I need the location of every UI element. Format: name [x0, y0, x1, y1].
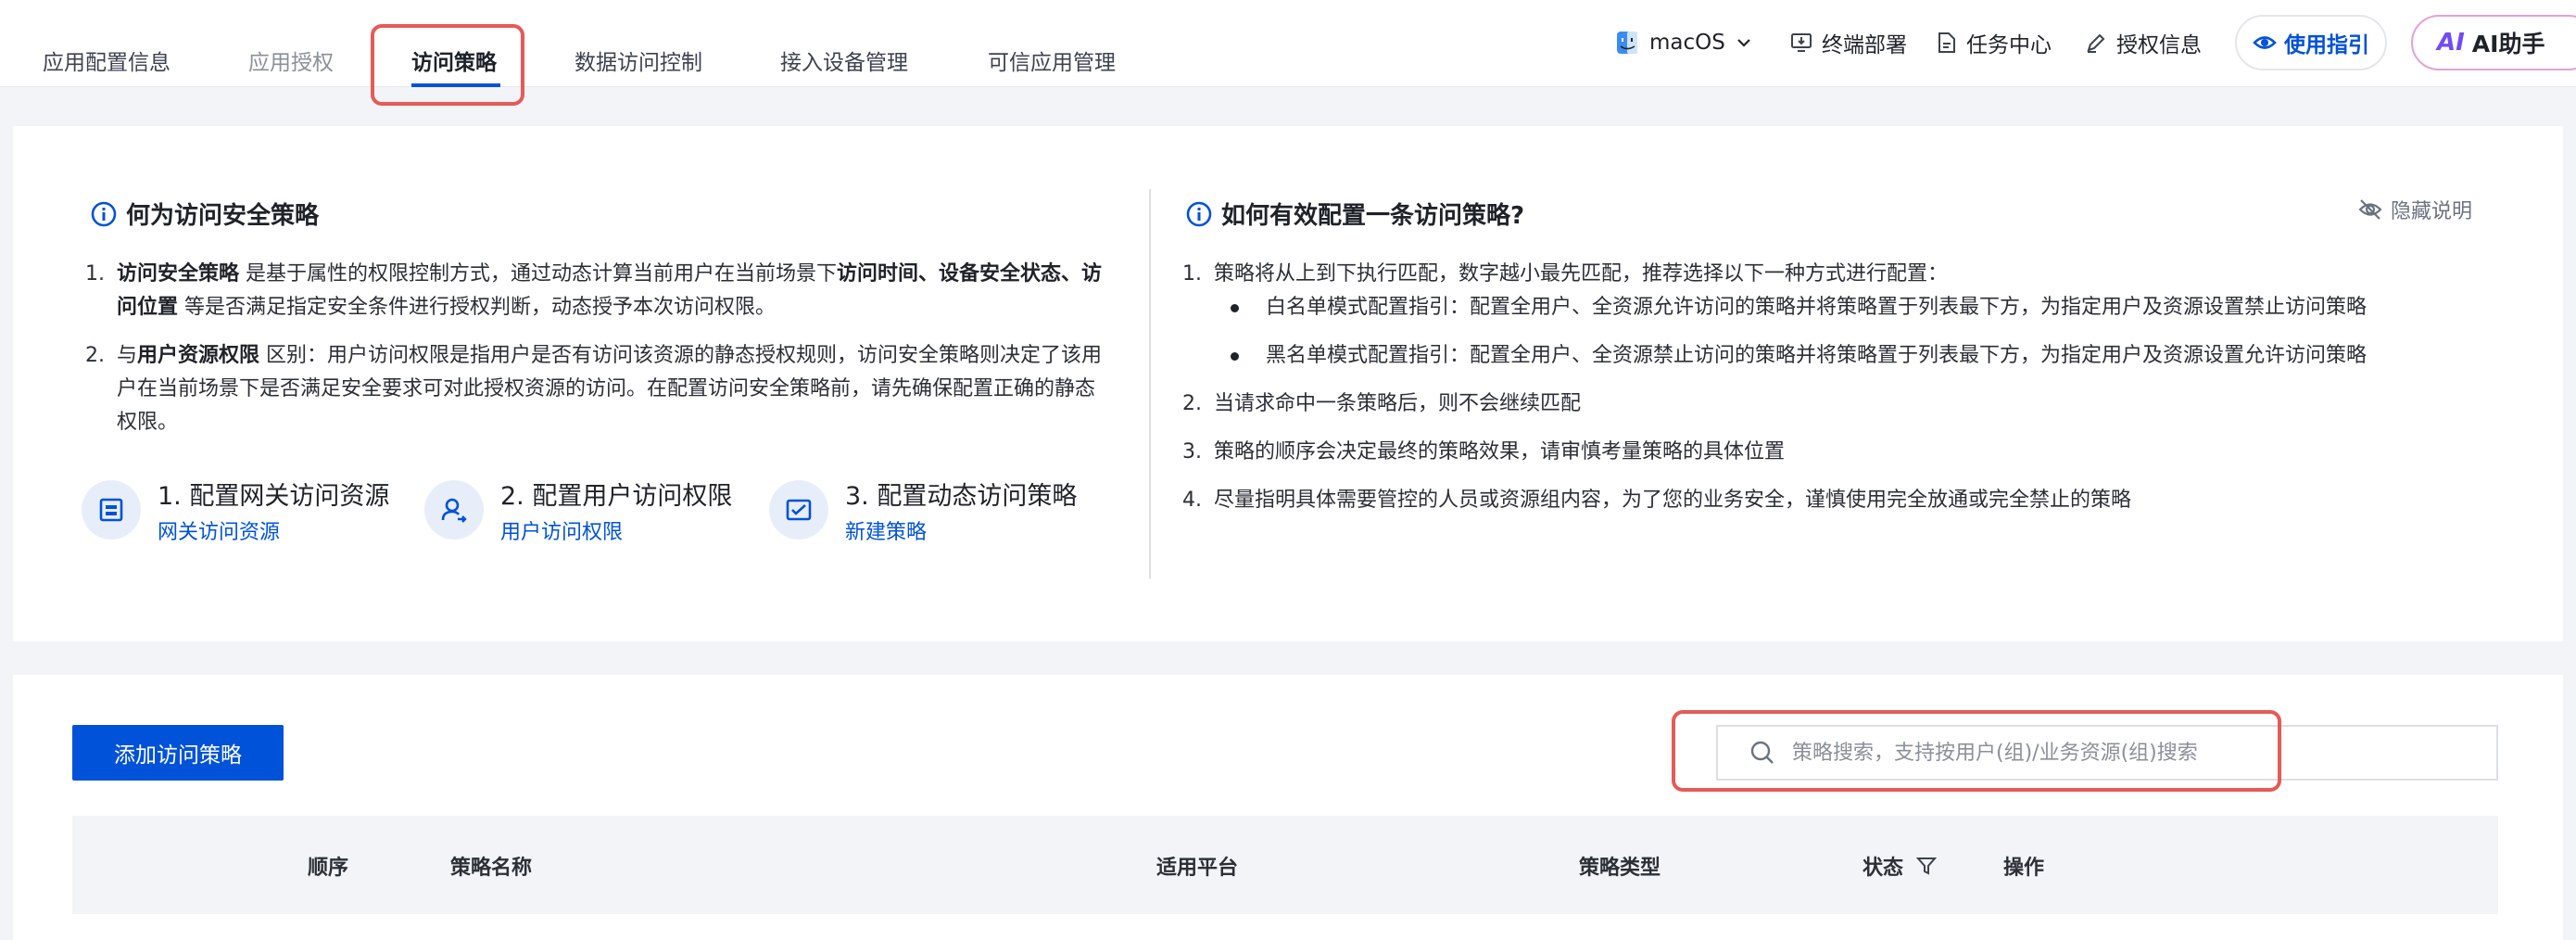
eye-icon [2253, 36, 2277, 49]
howto-item-text: 策略的顺序会决定最终的策略效果，请审慎考量策略的具体位置 [1214, 440, 1786, 464]
hide-description-label: 隐藏说明 [2391, 200, 2473, 223]
task-center-link[interactable]: 任务中心 [1937, 26, 2052, 59]
howto-bullet-text: 白名单模式配置指引：配置全用户、全资源允许访问的策略并将策略置于列表最下方，为指… [1266, 296, 2368, 319]
column-status-label: 状态 [1863, 857, 1904, 880]
howto-item-text: 当请求命中一条策略后，则不会继续匹配 [1214, 392, 1582, 415]
platform-selector[interactable]: macOS [1616, 26, 1753, 59]
policy-info-card: 何为访问安全策略 1. 访问安全策略 是基于属性的权限控制方式，通过动态计算当前… [13, 126, 2563, 641]
howto-bullet-1: 白名单模式配置指引：配置全用户、全资源允许访问的策略并将策略置于列表最下方，为指… [1182, 291, 2535, 324]
intro-item-2-text: 与用户资源权限 区别：用户访问权限是指用户是否有访问该资源的静态授权规则，访问安… [117, 339, 1105, 439]
add-access-policy-button[interactable]: 添加访问策略 [72, 725, 284, 781]
usage-guide-label: 使用指引 [2284, 33, 2369, 57]
bold-term: 用户资源权限 [137, 344, 260, 367]
text-segment: 区别：用户访问权限是指用户是否有访问该资源的静态授权规则，访问安全策略则决定了该… [117, 344, 1103, 434]
list-number: 2. [85, 344, 105, 367]
eye-off-icon [2358, 199, 2382, 220]
ai-assistant-label: AI助手 [2471, 31, 2545, 57]
pen-sign-icon [2087, 33, 2105, 53]
step-gateway-resource: 1. 配置网关访问资源 网关访问资源 [82, 480, 389, 545]
policy-table-header: 顺序 策略名称 适用平台 策略类型 状态 操作 [72, 816, 2498, 914]
monitor-download-icon [1791, 33, 1812, 52]
step-title: 1. 配置网关访问资源 [158, 482, 390, 511]
policy-list-card: 添加访问策略 顺序 策略名称 适用平台 策略类型 状态 操作 [13, 675, 2563, 940]
user-permission-icon [424, 480, 484, 540]
chevron-down-icon [1737, 39, 1750, 47]
list-number: 1. [85, 262, 105, 286]
intro-item-2: 2. 与用户资源权限 区别：用户访问权限是指用户是否有访问该资源的静态授权规则，… [85, 339, 1105, 439]
active-tab-highlight-box [371, 24, 524, 106]
intro-title-text: 何为访问安全策略 [126, 202, 320, 230]
new-policy-link[interactable]: 新建策略 [845, 515, 1077, 545]
howto-item-3: 3. 策略的顺序会决定最终的策略效果，请审慎考量策略的具体位置 [1182, 436, 2535, 469]
bullet-dot [1231, 304, 1239, 312]
column-policy-name: 策略名称 [450, 857, 533, 880]
task-center-label: 任务中心 [1966, 33, 2052, 57]
howto-item-1: 1. 策略将从上到下执行匹配，数字越小最先匹配，推荐选择以下一种方式进行配置： [1182, 258, 2535, 291]
intro-item-1: 1. 访问安全策略 是基于属性的权限控制方式，通过动态计算当前用户在当前场景下访… [85, 258, 1105, 324]
list-number: 4. [1182, 489, 1202, 512]
user-permission-link[interactable]: 用户访问权限 [500, 515, 732, 545]
tab-app-authorization[interactable]: 应用授权 [248, 44, 334, 76]
step-title: 3. 配置动态访问策略 [845, 482, 1078, 511]
info-icon [1186, 201, 1212, 226]
howto-title: 如何有效配置一条访问策略? [1186, 197, 1524, 231]
step-user-permission: 2. 配置用户访问权限 用户访问权限 [424, 480, 732, 545]
howto-item-4: 4. 尽量指明具体需要管控的人员或资源组内容，为了您的业务安全，谨慎使用完全放通… [1182, 484, 2535, 517]
usage-guide-button[interactable]: 使用指引 [2235, 15, 2387, 70]
gateway-resource-icon [82, 480, 141, 540]
howto-bullet-2: 黑名单模式配置指引：配置全用户、全资源禁止访问的策略并将策略置于列表最下方，为指… [1182, 339, 2535, 373]
column-actions: 操作 [2003, 857, 2045, 880]
column-policy-type: 策略类型 [1579, 857, 1661, 880]
howto-item-2: 2. 当请求命中一条策略后，则不会继续匹配 [1182, 387, 2535, 421]
intro-title: 何为访问安全策略 [91, 197, 319, 231]
column-platform: 适用平台 [1156, 857, 1239, 880]
tab-app-config[interactable]: 应用配置信息 [43, 44, 170, 76]
gateway-resource-link[interactable]: 网关访问资源 [158, 515, 389, 545]
step-dynamic-policy: 3. 配置动态访问策略 新建策略 [769, 480, 1077, 545]
license-info-label: 授权信息 [2116, 33, 2202, 57]
howto-title-text: 如何有效配置一条访问策略? [1221, 202, 1525, 230]
terminal-deploy-label: 终端部署 [1822, 33, 1907, 57]
list-number: 3. [1182, 440, 1202, 464]
column-status: 状态 [1863, 851, 1938, 881]
filter-icon[interactable] [1916, 856, 1938, 876]
document-icon [1938, 32, 1955, 53]
bullet-dot [1231, 352, 1239, 361]
bold-term: 访问安全策略 [117, 262, 240, 286]
text-segment: 等是否满足指定安全条件进行授权判断，动态授予本次访问权限。 [178, 296, 777, 319]
column-order: 顺序 [308, 857, 349, 880]
text-segment: 与 [117, 344, 138, 367]
top-navigation-bar: 应用配置信息 应用授权 访问策略 数据访问控制 接入设备管理 可信应用管理 ma… [0, 0, 2576, 106]
tab-device-management[interactable]: 接入设备管理 [780, 44, 908, 76]
platform-label: macOS [1649, 31, 1725, 55]
ai-assistant-button[interactable]: AI AI助手 [2411, 15, 2576, 70]
howto-item-text: 尽量指明具体需要管控的人员或资源组内容，为了您的业务安全，谨慎使用完全放通或完全… [1214, 489, 2132, 512]
list-number: 1. [1182, 262, 1202, 286]
license-info-link[interactable]: 授权信息 [2085, 26, 2202, 59]
info-icon [91, 201, 117, 226]
column-divider [1149, 189, 1151, 578]
macos-finder-icon [1617, 32, 1637, 54]
tab-trusted-apps[interactable]: 可信应用管理 [988, 44, 1116, 76]
step-title: 2. 配置用户访问权限 [500, 482, 733, 511]
dynamic-policy-icon [769, 480, 828, 540]
ai-sparkle-logo: AI [2437, 29, 2465, 57]
text-segment: 是基于属性的权限控制方式，通过动态计算当前用户在当前场景下 [239, 262, 838, 286]
list-number: 2. [1182, 392, 1202, 415]
intro-item-1-text: 访问安全策略 是基于属性的权限控制方式，通过动态计算当前用户在当前场景下访问时间… [117, 258, 1105, 324]
search-highlight-box [1672, 710, 2281, 792]
terminal-deploy-link[interactable]: 终端部署 [1790, 26, 1907, 59]
hide-description-button[interactable]: 隐藏说明 [2357, 195, 2472, 224]
howto-bullet-text: 黑名单模式配置指引：配置全用户、全资源禁止访问的策略并将策略置于列表最下方，为指… [1266, 344, 2368, 367]
howto-item-text: 策略将从上到下执行匹配，数字越小最先匹配，推荐选择以下一种方式进行配置： [1214, 262, 1949, 286]
tab-data-access-control[interactable]: 数据访问控制 [575, 44, 702, 76]
